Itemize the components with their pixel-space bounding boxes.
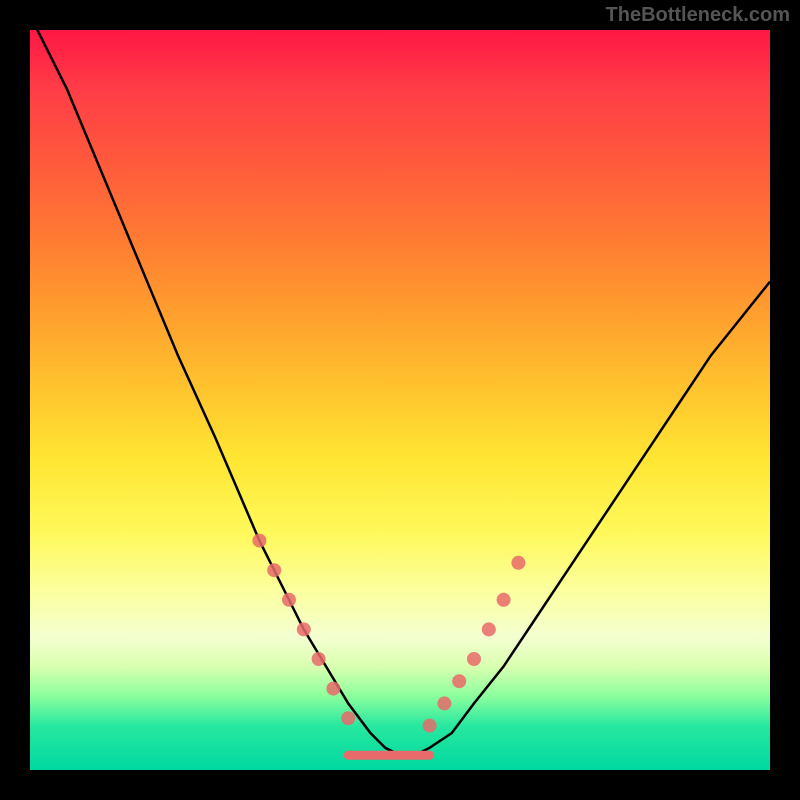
data-point [511,556,525,570]
dots-left-group [252,534,355,726]
data-point [326,682,340,696]
chart-area [30,30,770,770]
data-point [482,622,496,636]
data-point [452,674,466,688]
data-point [437,696,451,710]
data-point [341,711,355,725]
data-point [282,593,296,607]
data-point [297,622,311,636]
data-point [423,719,437,733]
chart-svg [30,30,770,770]
dots-right-group [423,556,526,733]
data-point [312,652,326,666]
watermark-text: TheBottleneck.com [606,4,790,27]
data-point [252,534,266,548]
data-point [267,563,281,577]
data-point [497,593,511,607]
data-point [467,652,481,666]
bottleneck-curve [30,30,770,755]
